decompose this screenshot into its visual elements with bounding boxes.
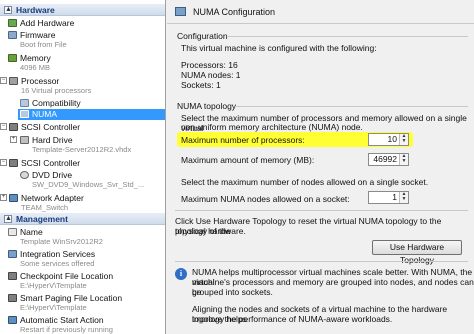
divider <box>228 36 468 37</box>
max-memory-label: Maximum amount of memory (MB): <box>181 155 315 165</box>
hard-drive-detail: Template-Server2012R2.vhdx <box>32 145 132 154</box>
collapse-icon[interactable]: − <box>0 159 7 166</box>
divider <box>175 210 468 211</box>
checkpoint-detail: E:\HyperV\Template <box>20 281 87 290</box>
scsi-controller-icon <box>9 123 18 131</box>
stepper-arrows-icon[interactable]: ▲ ▼ <box>399 192 408 203</box>
expand-icon[interactable]: + <box>0 194 7 201</box>
info-text-2b: improve the performance of NUMA-aware wo… <box>192 314 393 324</box>
management-section-header[interactable]: ▲ Management <box>0 213 165 225</box>
sidebar-item-automatic-start-action[interactable]: Automatic Start Action <box>0 315 165 325</box>
memory-icon <box>8 54 17 62</box>
sidebar-item-add-hardware[interactable]: Add Hardware <box>0 18 165 28</box>
sidebar-item-hard-drive[interactable]: + Hard Drive <box>0 135 165 145</box>
nodes-description: Select the maximum number of nodes allow… <box>181 177 429 187</box>
configured-text: This virtual machine is configured with … <box>181 43 377 53</box>
sidebar-item-compatibility[interactable]: Compatibility <box>0 98 165 108</box>
numa-icon <box>20 110 29 118</box>
dvd-drive-icon <box>20 171 29 179</box>
hard-drive-icon <box>20 136 29 144</box>
collapse-icon[interactable]: − <box>0 123 7 130</box>
sockets-count: Sockets: 1 <box>181 80 221 90</box>
sidebar-item-memory[interactable]: Memory <box>0 53 165 63</box>
sidebar-item-scsi-controller-2[interactable]: − SCSI Controller <box>0 158 165 168</box>
topology-description-2: non-uniform memory architecture (NUMA) n… <box>181 122 363 132</box>
sidebar-item-name[interactable]: Name <box>0 227 165 237</box>
sidebar-item-dvd-drive[interactable]: DVD Drive <box>0 170 165 180</box>
max-processors-stepper[interactable]: 10 ▲ ▼ <box>368 133 409 146</box>
add-hardware-icon <box>8 19 17 27</box>
use-hardware-topology-button[interactable]: Use Hardware Topology <box>372 240 462 265</box>
firmware-icon <box>8 31 17 39</box>
smart-paging-icon <box>8 294 17 302</box>
info-icon: i <box>175 268 187 280</box>
divider <box>175 261 468 262</box>
sidebar-item-firmware[interactable]: Firmware <box>0 30 165 40</box>
expand-icon[interactable]: + <box>10 136 17 143</box>
max-nodes-label: Maximum NUMA nodes allowed on a socket: <box>181 194 350 204</box>
max-memory-stepper[interactable]: 46992 ▲ ▼ <box>368 153 409 166</box>
checkpoint-icon <box>8 272 17 280</box>
smart-paging-detail: E:\HyperV\Template <box>20 303 87 312</box>
processor-icon <box>9 77 18 85</box>
configuration-group-label: Configuration <box>177 31 228 41</box>
settings-tree: ▲ Hardware Add Hardware Firmware Boot fr… <box>0 0 166 334</box>
name-detail: Template WinSrv2012R2 <box>20 237 103 246</box>
hardware-section-header[interactable]: ▲ Hardware <box>0 4 165 16</box>
numa-topology-group-label: NUMA topology <box>177 101 237 111</box>
page-title: NUMA Configuration <box>193 7 276 17</box>
sidebar-item-network-adapter[interactable]: + Network Adapter <box>0 193 165 203</box>
stepper-arrows-icon[interactable]: ▲ ▼ <box>399 134 408 145</box>
firmware-detail: Boot from File <box>20 40 67 49</box>
processors-count: Processors: 16 <box>181 60 238 70</box>
collapse-icon[interactable]: − <box>0 77 7 84</box>
sidebar-item-processor[interactable]: − Processor <box>0 76 165 86</box>
network-adapter-detail: TEAM_Switch <box>21 203 69 212</box>
panel-header: NUMA Configuration <box>167 0 474 24</box>
sidebar-item-checkpoint-file-location[interactable]: Checkpoint File Location <box>0 271 165 281</box>
network-adapter-icon <box>9 194 18 202</box>
collapse-icon[interactable]: ▲ <box>4 5 12 14</box>
collapse-icon[interactable]: ▲ <box>4 214 12 223</box>
auto-start-detail: Restart if previously running <box>20 325 113 334</box>
sidebar-item-smart-paging-file-location[interactable]: Smart Paging File Location <box>0 293 165 303</box>
sidebar-item-integration-services[interactable]: Integration Services <box>0 249 165 259</box>
integration-services-icon <box>8 250 17 258</box>
hardware-topology-description-2: physical hardware. <box>175 226 246 236</box>
numa-icon <box>175 7 186 16</box>
divider <box>235 106 468 107</box>
stepper-arrows-icon[interactable]: ▲ ▼ <box>399 154 408 165</box>
info-text-1c: grouped into sockets. <box>192 287 273 297</box>
dvd-drive-detail: SW_DVD9_Windows_Svr_Std_... <box>32 180 145 189</box>
compatibility-icon <box>20 99 29 107</box>
scsi-controller-icon <box>9 159 18 167</box>
start-action-icon <box>8 316 17 324</box>
numa-nodes-count: NUMA nodes: 1 <box>181 70 241 80</box>
memory-detail: 4096 MB <box>20 63 51 72</box>
processor-detail: 16 Virtual processors <box>21 86 92 95</box>
sidebar-item-numa[interactable]: NUMA <box>18 109 165 120</box>
max-nodes-stepper[interactable]: 1 ▲ ▼ <box>368 191 409 204</box>
max-processors-label: Maximum number of processors: <box>181 135 305 145</box>
sidebar-item-scsi-controller-1[interactable]: − SCSI Controller <box>0 122 165 132</box>
integration-services-detail: Some services offered <box>20 259 95 268</box>
name-icon <box>8 228 17 236</box>
